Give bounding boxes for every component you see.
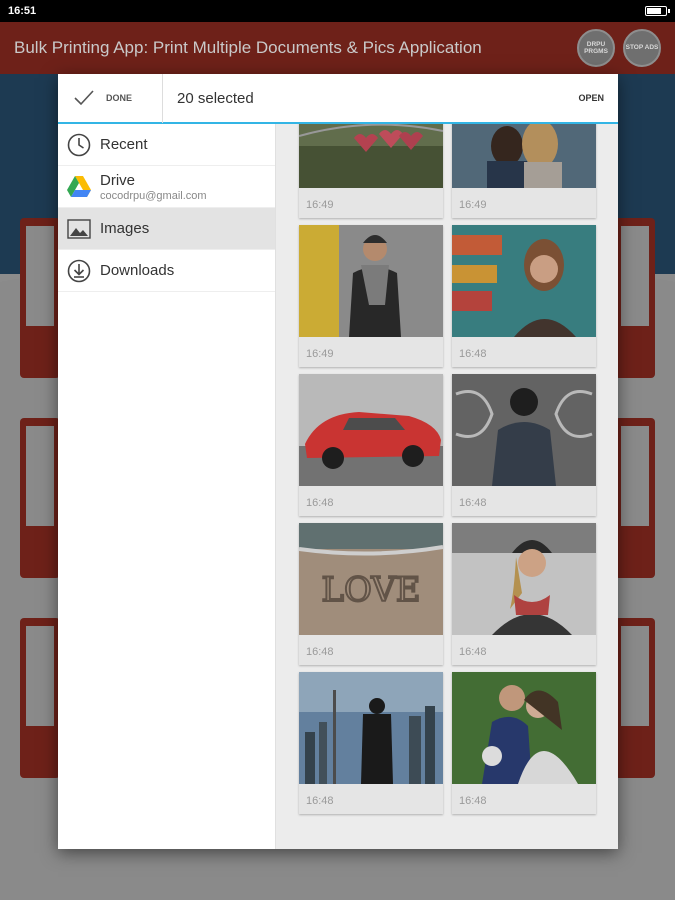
- image-grid: 16:49 16:49 16:49 16:48 16:48 16:48 LOVE…: [276, 124, 618, 849]
- sidebar-item-downloads[interactable]: Downloads: [58, 250, 275, 292]
- picker-header: DONE 20 selected OPEN: [58, 74, 618, 124]
- sidebar-item-drive[interactable]: Drive cocodrpu@gmail.com: [58, 166, 275, 208]
- status-time: 16:51: [8, 5, 37, 17]
- image-thumbnail[interactable]: 16:48: [452, 225, 596, 367]
- drive-icon: [66, 174, 92, 200]
- image-thumbnail[interactable]: 16:48: [452, 374, 596, 516]
- sidebar-item-images[interactable]: Images: [58, 208, 275, 250]
- image-thumbnail[interactable]: 16:49: [299, 124, 443, 218]
- file-picker-dialog: DONE 20 selected OPEN Recent Drive cocod…: [58, 74, 618, 849]
- image-thumbnail[interactable]: LOVE 16:48: [299, 523, 443, 665]
- open-button[interactable]: OPEN: [578, 93, 604, 103]
- status-bar: 16:51: [0, 0, 675, 22]
- selected-count: 20 selected: [177, 89, 254, 107]
- image-thumbnail[interactable]: 16:48: [299, 374, 443, 516]
- image-thumbnail[interactable]: 16:48: [452, 672, 596, 814]
- done-label: DONE: [106, 93, 133, 103]
- sidebar-item-recent[interactable]: Recent: [58, 124, 275, 166]
- clock-icon: [66, 132, 92, 158]
- drpu-programs-button[interactable]: DRPU PRGMS: [577, 29, 615, 67]
- image-thumbnail[interactable]: 16:49: [299, 225, 443, 367]
- app-title: Bulk Printing App: Print Multiple Docume…: [14, 38, 482, 57]
- image-thumbnail[interactable]: 16:49: [452, 124, 596, 218]
- image-thumbnail[interactable]: 16:48: [452, 523, 596, 665]
- battery-icon: [645, 6, 670, 16]
- drive-account: cocodrpu@gmail.com: [100, 189, 207, 202]
- check-icon: [74, 90, 94, 106]
- picker-sidebar: Recent Drive cocodrpu@gmail.com Images D…: [58, 124, 276, 849]
- stop-ads-button[interactable]: STOP ADS: [623, 29, 661, 67]
- download-icon: [66, 258, 92, 284]
- image-thumbnail[interactable]: 16:48: [299, 672, 443, 814]
- image-icon: [66, 216, 92, 242]
- done-button[interactable]: DONE: [58, 74, 163, 123]
- app-bar: Bulk Printing App: Print Multiple Docume…: [0, 22, 675, 74]
